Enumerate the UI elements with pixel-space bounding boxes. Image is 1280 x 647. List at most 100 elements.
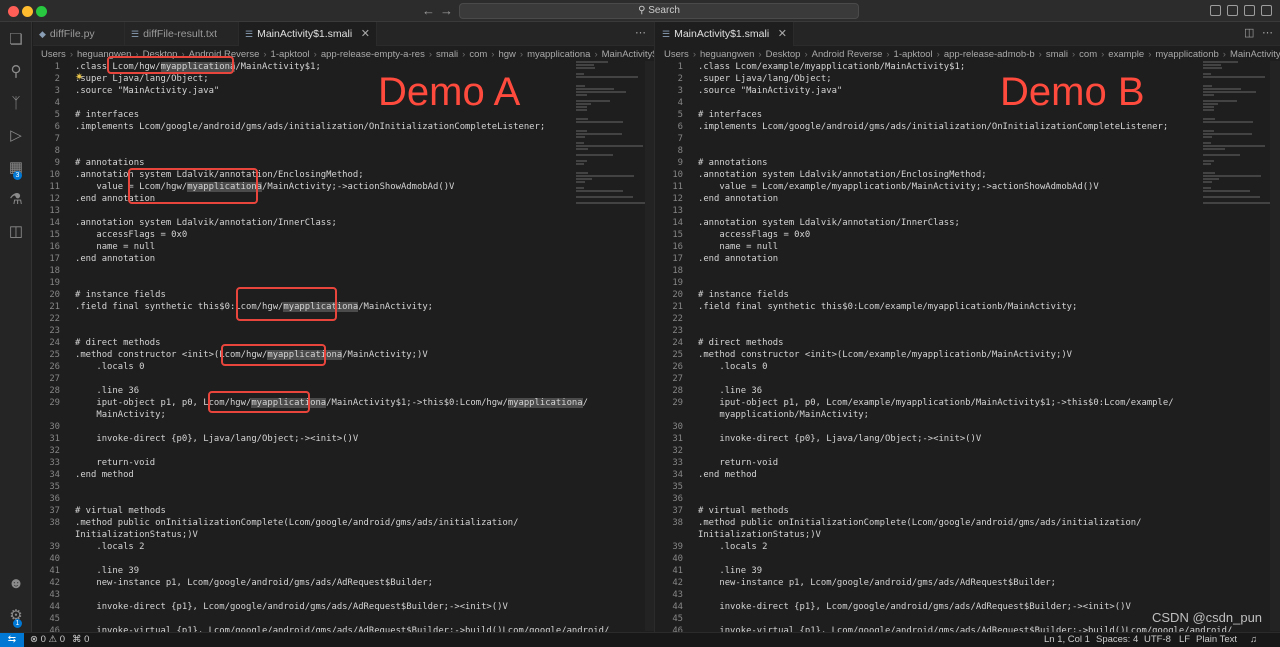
forward-arrow-icon[interactable]: →: [440, 3, 453, 18]
code-line[interactable]: 24 # direct methods: [656, 337, 1196, 349]
code-line[interactable]: 44 invoke-direct {p1}, Lcom/google/andro…: [656, 601, 1196, 613]
code-line[interactable]: 32: [656, 445, 1196, 457]
remote-indicator-icon[interactable]: ⇆: [0, 633, 24, 647]
encoding[interactable]: UTF-8: [1144, 634, 1171, 645]
code-editor[interactable]: 1 .class Lcom/example/myapplicationb/Main…: [656, 61, 1232, 632]
code-line[interactable]: 25 .method constructor <init>(Lcom/exampl…: [656, 349, 1196, 361]
code-line[interactable]: 30: [33, 421, 573, 433]
code-line[interactable]: 37 # virtual methods: [656, 505, 1196, 517]
code-line[interactable]: 46 invoke-virtual {p1}, Lcom/google/andr…: [33, 625, 609, 632]
code-line[interactable]: 20 # instance fields: [656, 289, 1196, 301]
code-line[interactable]: 12 .end annotation: [33, 193, 573, 205]
tab-mainactivity-smali[interactable]: ☰ MainActivity$1.smali ✕: [239, 22, 377, 46]
explorer-icon[interactable]: ❏: [6, 30, 26, 50]
code-line[interactable]: 46 invoke-virtual {p1}, Lcom/google/andr…: [656, 625, 1232, 632]
code-line[interactable]: 9 # annotations: [33, 157, 573, 169]
breadcrumb-item[interactable]: myapplicationa: [527, 49, 590, 60]
code-line[interactable]: 32: [33, 445, 573, 457]
breadcrumb-item[interactable]: 1-apktool: [271, 49, 310, 60]
breadcrumb-item[interactable]: app-release-empty-a-res: [321, 49, 425, 60]
toggle-panel-icon[interactable]: [1227, 5, 1238, 16]
back-arrow-icon[interactable]: ←: [422, 3, 435, 18]
code-line[interactable]: 15 accessFlags = 0x0: [656, 229, 1196, 241]
tab-difffile-py[interactable]: ◆ diffFile.py: [33, 22, 125, 46]
code-line[interactable]: 13: [656, 205, 1196, 217]
code-line[interactable]: 6 .implements Lcom/google/android/gms/ads…: [656, 121, 1196, 133]
tab-difffile-result-txt[interactable]: ☰ diffFile-result.txt: [125, 22, 239, 46]
close-icon[interactable]: ✕: [361, 22, 370, 46]
close-icon[interactable]: ✕: [778, 22, 787, 46]
breadcrumb-item[interactable]: smali: [436, 49, 458, 60]
code-line[interactable]: 7: [656, 133, 1196, 145]
code-line[interactable]: 36: [33, 493, 573, 505]
code-line[interactable]: 11 value = Lcom/hgw/myapplicationa/MainA…: [33, 181, 573, 193]
breadcrumb-item[interactable]: Users: [41, 49, 66, 60]
account-icon[interactable]: ☻: [6, 574, 26, 594]
code-line[interactable]: 41 .line 39: [656, 565, 1196, 577]
code-line[interactable]: 27: [33, 373, 573, 385]
code-line[interactable]: 41 .line 39: [33, 565, 573, 577]
code-line[interactable]: 38 .method public onInitializationComplet…: [656, 517, 1196, 529]
code-line[interactable]: 44 invoke-direct {p1}, Lcom/google/andro…: [33, 601, 573, 613]
minimap[interactable]: [1203, 61, 1275, 631]
code-line[interactable]: 35: [656, 481, 1196, 493]
code-line[interactable]: 34 .end method: [656, 469, 1196, 481]
code-line[interactable]: 14 .annotation system Ldalvik/annotation/…: [656, 217, 1196, 229]
code-line[interactable]: 11 value = Lcom/example/myapplicationb/M…: [656, 181, 1196, 193]
language-mode[interactable]: Plain Text: [1196, 634, 1237, 645]
code-line[interactable]: 21 .field final synthetic this$0:Lcom/exa…: [656, 301, 1196, 313]
code-line[interactable]: 6 .implements Lcom/google/android/gms/ads…: [33, 121, 573, 133]
code-line[interactable]: 10 .annotation system Ldalvik/annotation/…: [656, 169, 1196, 181]
extensions-icon[interactable]: ▦ 3: [6, 158, 26, 180]
breadcrumb-item[interactable]: hgw: [498, 49, 515, 60]
code-line[interactable]: 18: [656, 265, 1196, 277]
split-editor-icon[interactable]: ◫: [1244, 26, 1254, 39]
breadcrumb-item[interactable]: app-release-admob-b: [944, 49, 1035, 60]
breadcrumb-item[interactable]: 1-apktool: [894, 49, 933, 60]
breadcrumb-item[interactable]: MainActivity$1.: [602, 49, 654, 60]
breadcrumb-item[interactable]: com: [1079, 49, 1097, 60]
code-line[interactable]: 17 .end annotation: [656, 253, 1196, 265]
code-line[interactable]: 40: [656, 553, 1196, 565]
code-line[interactable]: 14 .annotation system Ldalvik/annotation/…: [33, 217, 573, 229]
code-line[interactable]: 45: [33, 613, 573, 625]
code-line[interactable]: 43: [33, 589, 573, 601]
code-line[interactable]: 39 .locals 2: [656, 541, 1196, 553]
run-debug-icon[interactable]: ▷: [6, 126, 26, 146]
remote-explorer-icon[interactable]: ◫: [6, 222, 26, 242]
code-line[interactable]: 16 name = null: [33, 241, 573, 253]
code-line[interactable]: 31 invoke-direct {p0}, Ljava/lang/Object…: [33, 433, 573, 445]
code-line[interactable]: 8: [656, 145, 1196, 157]
code-line[interactable]: 9 # annotations: [656, 157, 1196, 169]
code-line[interactable]: 29 iput-object p1, p0, Lcom/example/myap…: [656, 397, 1196, 409]
code-line[interactable]: 28 .line 36: [656, 385, 1196, 397]
breadcrumb-item[interactable]: com: [469, 49, 487, 60]
code-line[interactable]: InitializationStatus;)V: [656, 529, 1196, 541]
code-line[interactable]: 33 return-void: [656, 457, 1196, 469]
zoom-window-button[interactable]: [36, 6, 47, 17]
minimap[interactable]: [576, 61, 648, 631]
code-line[interactable]: 36: [656, 493, 1196, 505]
code-line[interactable]: 37 # virtual methods: [33, 505, 573, 517]
code-line[interactable]: 42 new-instance p1, Lcom/google/android/…: [656, 577, 1196, 589]
code-line[interactable]: 19: [656, 277, 1196, 289]
code-line[interactable]: 12 .end annotation: [656, 193, 1196, 205]
lightbulb-icon[interactable]: ✷: [75, 72, 83, 83]
scrollbar[interactable]: [1270, 61, 1280, 631]
command-center-search[interactable]: ⚲ Search: [459, 3, 859, 19]
code-line[interactable]: 15 accessFlags = 0x0: [33, 229, 573, 241]
code-line[interactable]: 45: [656, 613, 1196, 625]
code-line[interactable]: 42 new-instance p1, Lcom/google/android/…: [33, 577, 573, 589]
code-line[interactable]: 27: [656, 373, 1196, 385]
code-line[interactable]: 8: [33, 145, 573, 157]
breadcrumb-item[interactable]: example: [1108, 49, 1144, 60]
code-line[interactable]: 35: [33, 481, 573, 493]
problems-indicator[interactable]: ⊗ 0 ⚠ 0: [30, 634, 65, 645]
code-line[interactable]: 43: [656, 589, 1196, 601]
close-window-button[interactable]: [8, 6, 19, 17]
code-line[interactable]: 13: [33, 205, 573, 217]
code-line[interactable]: myapplicationb/MainActivity;: [656, 409, 1196, 421]
source-control-icon[interactable]: ᛉ: [6, 94, 26, 114]
toggle-secondary-sidebar-icon[interactable]: [1244, 5, 1255, 16]
toggle-sidebar-icon[interactable]: [1210, 5, 1221, 16]
